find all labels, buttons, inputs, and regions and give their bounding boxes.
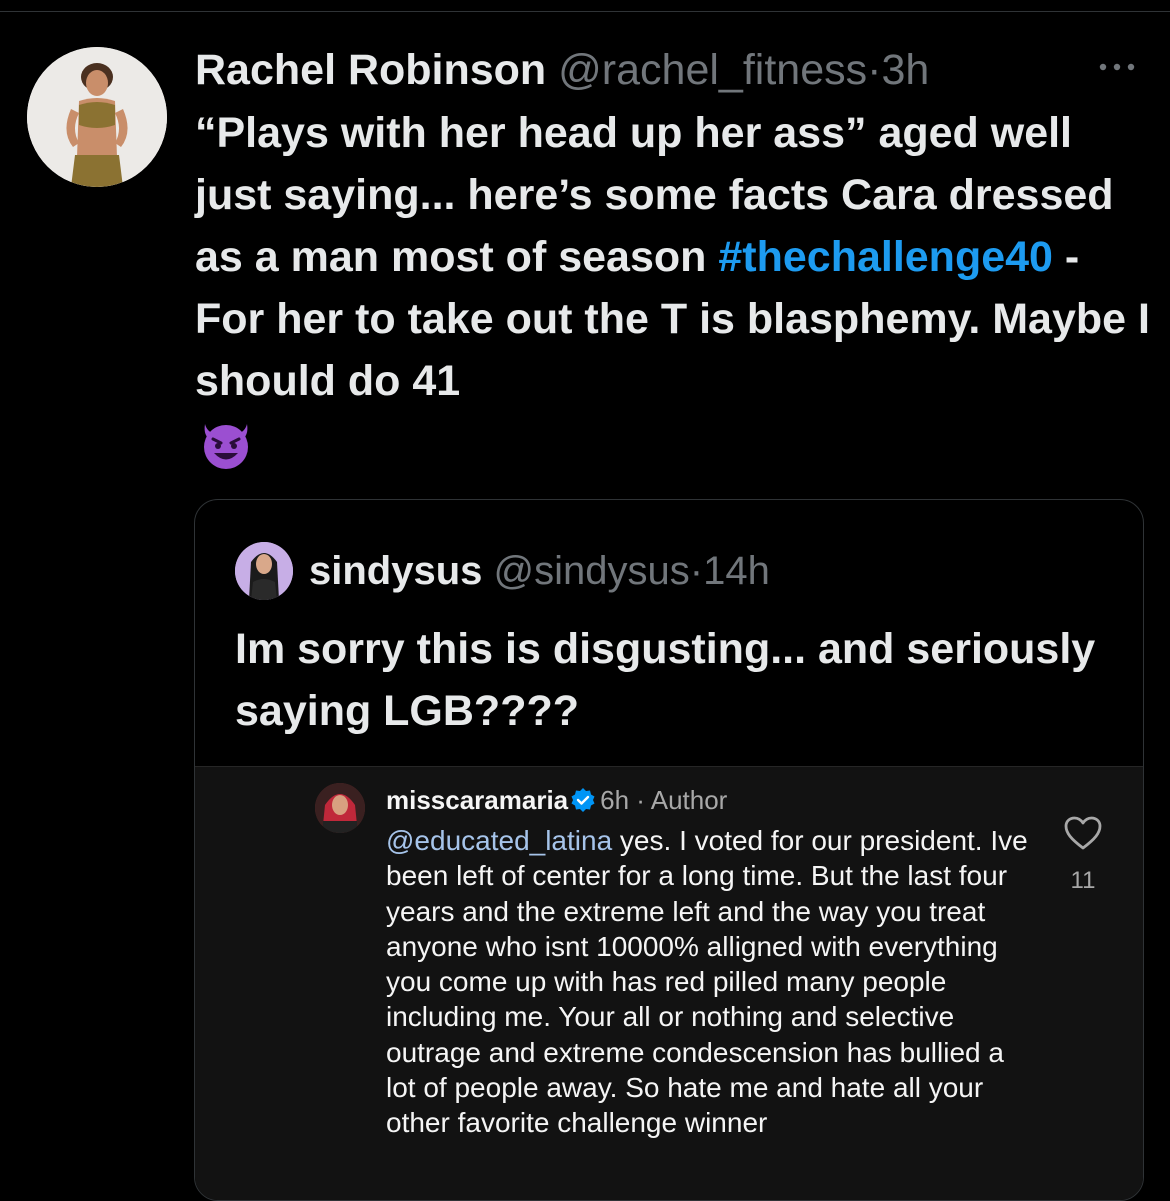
quoted-tweet-header: sindysus @sindysus·14h <box>309 546 770 596</box>
heart-icon <box>1063 815 1103 851</box>
quoted-author-avatar[interactable] <box>235 542 293 600</box>
quoted-tweet-time[interactable]: 14h <box>703 549 770 593</box>
author-name[interactable]: Rachel Robinson <box>195 46 546 94</box>
quoted-author-name[interactable]: sindysus <box>309 549 482 593</box>
comment-meta: 6h · Author <box>600 785 728 815</box>
tweet-text: “Plays with her head up her ass” aged we… <box>195 102 1155 412</box>
comment-body: yes. I voted for our president. Ive been… <box>386 825 1028 1139</box>
more-options-icon[interactable] <box>1093 50 1141 84</box>
tweet-time[interactable]: 3h <box>881 46 929 94</box>
attached-image[interactable]: misscaramaria 6h · Author @educated_latin… <box>195 766 1143 1200</box>
tweet-header: Rachel Robinson @rachel_fitness·3h <box>195 44 929 96</box>
commenter-avatar <box>315 783 365 833</box>
separator-dot: · <box>689 549 704 593</box>
top-divider <box>0 11 1170 12</box>
commenter-username: misscaramaria <box>386 785 569 815</box>
author-handle[interactable]: @rachel_fitness <box>558 46 867 94</box>
smiling-devil-icon <box>197 414 255 472</box>
quoted-tweet-text: Im sorry this is disgusting... and serio… <box>235 625 1096 735</box>
quoted-tweet-card[interactable]: sindysus @sindysus·14h Im sorry this is … <box>194 499 1144 1201</box>
comment-text: @educated_latina yes. I voted for our pr… <box>386 823 1036 1141</box>
verified-badge-icon <box>570 787 596 813</box>
author-avatar[interactable] <box>27 47 167 187</box>
separator-dot: · <box>867 46 882 94</box>
comment-header: misscaramaria 6h · Author <box>386 783 727 817</box>
like-count: 11 <box>1070 867 1096 894</box>
hashtag-link[interactable]: #thechallenge40 <box>718 233 1053 281</box>
comment-mention: @educated_latina <box>386 825 613 856</box>
quoted-author-handle[interactable]: @sindysus <box>494 549 690 593</box>
